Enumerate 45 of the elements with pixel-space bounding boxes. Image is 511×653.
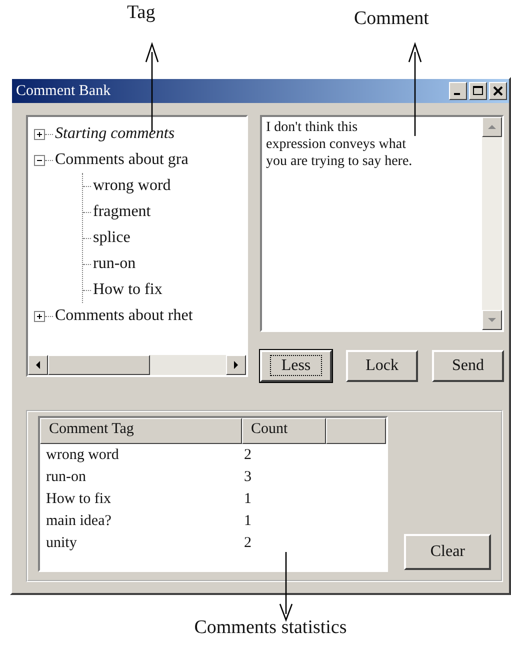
table-cell-text: 1 (243, 512, 252, 530)
minimize-icon (454, 93, 460, 95)
scroll-right-icon[interactable] (226, 355, 246, 375)
callout-label: Tag (127, 2, 156, 24)
tree-item[interactable]: How to fix (93, 281, 162, 299)
column-header[interactable]: Comment Tag (40, 418, 242, 444)
callout-label: Comment (354, 8, 429, 30)
table-cell-text: 1 (243, 490, 252, 508)
expander-icon[interactable] (34, 128, 45, 140)
expander-icon[interactable] (34, 310, 45, 322)
minimize-button[interactable] (449, 82, 467, 100)
table-cell-text: 3 (243, 468, 252, 486)
tree-item[interactable]: Comments about rhet (55, 307, 193, 325)
horizontal-scrollbar[interactable] (28, 355, 246, 375)
column-header[interactable]: Count (242, 418, 326, 444)
table-cell-text: wrong word (45, 446, 120, 464)
scroll-left-icon[interactable] (28, 355, 48, 375)
callout-arrow (279, 552, 293, 622)
tree-item[interactable]: run-on (93, 255, 136, 273)
table-cell-text: unity (45, 534, 78, 552)
table-cell-text: main idea? (45, 512, 112, 530)
window-title: Comment Bank (16, 82, 111, 100)
table-cell-text: 2 (243, 446, 252, 464)
callout-label: Comments statistics (194, 617, 347, 638)
tree-item[interactable]: fragment (93, 203, 151, 221)
table-cell-text: run-on (45, 468, 87, 486)
expander-icon[interactable] (34, 154, 45, 166)
clear-button[interactable]: Clear (404, 534, 491, 570)
scroll-down-icon[interactable] (482, 310, 502, 330)
dialog-button[interactable]: Send (432, 350, 504, 382)
tree-item[interactable]: Comments about gra (55, 151, 188, 169)
tree-item[interactable]: wrong word (93, 177, 171, 195)
tree-item[interactable]: splice (93, 229, 130, 247)
scroll-thumb[interactable] (48, 355, 150, 375)
dialog-button[interactable]: Less (260, 350, 332, 382)
table-cell-text: How to fix (45, 490, 112, 508)
table-cell-text: 2 (243, 534, 252, 552)
tree-item[interactable]: Starting comments (55, 125, 175, 143)
maximize-button[interactable] (469, 82, 487, 100)
maximize-icon (473, 86, 483, 96)
close-icon (493, 86, 503, 96)
close-button[interactable] (489, 82, 507, 100)
scroll-up-icon[interactable] (482, 117, 502, 137)
dialog-button[interactable]: Lock (346, 350, 418, 382)
comment-field[interactable]: I don't think this expression conveys what you are trying to say here. (260, 115, 504, 332)
